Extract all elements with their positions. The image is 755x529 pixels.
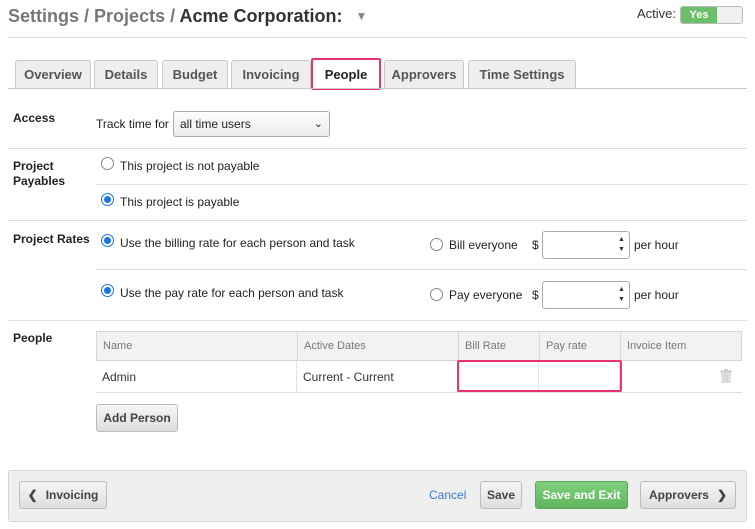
people-section-label: People [13, 331, 53, 345]
stepper-icon[interactable]: ▲ ▼ [617, 285, 626, 305]
tab-time-settings[interactable]: Time Settings [468, 60, 576, 88]
bill-per-hour-label: per hour [634, 238, 679, 252]
header-divider [8, 37, 747, 38]
trash-icon[interactable] [720, 369, 732, 383]
column-header-pay-rate: Pay rate [540, 332, 621, 360]
add-person-button[interactable]: Add Person [96, 404, 178, 432]
section-divider [8, 220, 747, 221]
chevron-down-icon: ⌄ [313, 118, 323, 130]
access-section-label: Access [13, 111, 56, 125]
person-name: Admin [96, 361, 297, 393]
tab-budget[interactable]: Budget [162, 60, 228, 88]
column-header-bill-rate: Bill Rate [459, 332, 540, 360]
sub-divider [96, 269, 747, 270]
track-time-label: Track time for [96, 117, 169, 131]
pay-rate-radio[interactable] [101, 284, 114, 297]
next-approvers-button[interactable]: Approvers ❯ [640, 481, 736, 509]
rates-section-label: Project Rates [13, 232, 90, 246]
bill-everyone-input[interactable]: ▲ ▼ [542, 231, 630, 259]
back-button-label: Invoicing [45, 488, 99, 502]
tab-people[interactable]: People [311, 58, 381, 90]
rate-cells-highlight [457, 360, 622, 392]
track-time-select[interactable]: all time users ⌄ [173, 111, 330, 137]
sub-divider [96, 184, 747, 185]
chevron-right-icon: ❯ [716, 488, 728, 502]
billing-rate-radio[interactable] [101, 234, 114, 247]
pay-per-hour-label: per hour [634, 288, 679, 302]
bill-everyone-radio[interactable] [430, 238, 443, 251]
active-label: Active: [637, 6, 677, 21]
page-title: Settings / Projects / Acme Corporation: … [8, 6, 367, 27]
pay-everyone-input[interactable]: ▲ ▼ [542, 281, 630, 309]
tab-approvers[interactable]: Approvers [384, 60, 464, 88]
active-toggle[interactable]: Yes [680, 6, 743, 24]
person-active-dates[interactable]: Current - Current [297, 361, 458, 393]
tab-overview[interactable]: Overview [15, 60, 91, 88]
save-and-exit-button[interactable]: Save and Exit [535, 481, 628, 509]
save-button[interactable]: Save [480, 481, 522, 509]
chevron-left-icon: ❮ [27, 488, 38, 502]
breadcrumb-separator: / [84, 6, 95, 26]
back-invoicing-button[interactable]: ❮ Invoicing [19, 481, 107, 509]
section-divider [8, 320, 747, 321]
billing-rate-label[interactable]: Use the billing rate for each person and… [120, 236, 355, 250]
payable-radio[interactable] [101, 193, 114, 206]
next-button-label: Approvers [648, 488, 709, 502]
tabs-divider [8, 88, 747, 89]
track-time-value: all time users [180, 117, 251, 131]
column-header-active-dates: Active Dates [298, 332, 459, 360]
breadcrumb-settings[interactable]: Settings [8, 6, 79, 26]
not-payable-radio[interactable] [101, 157, 114, 170]
project-dropdown-caret-icon[interactable]: ▼ [355, 9, 367, 23]
active-toggle-on: Yes [681, 7, 717, 23]
tab-bar: Overview Details Budget Invoicing People… [8, 58, 747, 90]
table-row: Admin Current - Current [96, 361, 742, 393]
bill-currency-symbol: $ [532, 238, 539, 252]
section-divider [8, 148, 747, 149]
table-header: Name Active Dates Bill Rate Pay rate Inv… [96, 331, 742, 361]
column-header-invoice-item: Invoice Item [627, 340, 687, 352]
not-payable-label[interactable]: This project is not payable [120, 159, 259, 173]
pay-everyone-label[interactable]: Pay everyone [449, 288, 522, 302]
pay-everyone-radio[interactable] [430, 288, 443, 301]
tab-details[interactable]: Details [94, 60, 158, 88]
breadcrumb-projects[interactable]: Projects [94, 6, 165, 26]
cancel-link[interactable]: Cancel [429, 488, 466, 502]
column-header-name: Name [97, 332, 298, 360]
footer-bar [8, 470, 747, 522]
tab-invoicing[interactable]: Invoicing [231, 60, 311, 88]
stepper-icon[interactable]: ▲ ▼ [617, 235, 626, 255]
pay-currency-symbol: $ [532, 288, 539, 302]
pay-rate-label[interactable]: Use the pay rate for each person and tas… [120, 286, 343, 300]
payables-section-label: Project Payables [13, 159, 66, 188]
project-settings-page: Settings / Projects / Acme Corporation: … [0, 0, 755, 529]
payable-label[interactable]: This project is payable [120, 195, 239, 209]
bill-everyone-label[interactable]: Bill everyone [449, 238, 518, 252]
project-name: Acme Corporation: [179, 6, 343, 26]
